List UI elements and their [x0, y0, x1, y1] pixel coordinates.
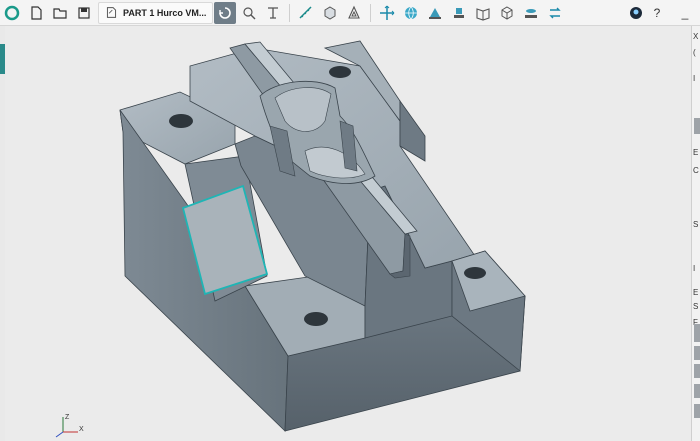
mounting-hole-icon [304, 312, 328, 326]
panel-glyph: S [693, 220, 699, 229]
move-axes-icon[interactable] [376, 2, 398, 24]
axis-z-label: Z [65, 414, 70, 421]
wireframe-icon[interactable] [343, 2, 365, 24]
open-folder-icon[interactable] [49, 2, 71, 24]
panel-tab[interactable] [694, 384, 700, 398]
mounting-hole-icon [329, 66, 351, 78]
section-view-icon[interactable] [424, 2, 446, 24]
panel-glyph: I [693, 264, 696, 273]
main-toolbar: PART 1 Hurco VM... ? _ [0, 0, 700, 26]
zoom-fit-icon[interactable] [238, 2, 260, 24]
user-account-icon[interactable] [625, 2, 647, 24]
toolbar-separator [289, 3, 291, 22]
right-side-panel[interactable]: X ( I E C S I E S F [691, 26, 700, 441]
stock-icon[interactable] [448, 2, 470, 24]
document-title: PART 1 Hurco VM... [123, 7, 207, 18]
panel-tab[interactable] [694, 364, 700, 378]
panel-tab[interactable] [694, 118, 700, 134]
help-button[interactable]: ? [648, 6, 666, 20]
panel-glyph[interactable]: X [693, 32, 698, 41]
axis-triad: Z X [53, 412, 84, 438]
box-icon[interactable] [496, 2, 518, 24]
3d-viewport[interactable]: Z X [5, 26, 691, 441]
panel-glyph: E [693, 288, 699, 297]
app-logo-icon[interactable] [1, 2, 23, 24]
align-tool-icon[interactable] [262, 2, 284, 24]
solid-view-icon[interactable] [319, 2, 341, 24]
panel-glyph: E [693, 148, 699, 157]
panel-glyph: C [693, 166, 699, 175]
mounting-hole-icon [169, 114, 193, 128]
panel-tab[interactable] [694, 324, 700, 342]
panel-glyph: I [693, 74, 696, 83]
measure-icon[interactable] [295, 2, 317, 24]
globe-icon[interactable] [400, 2, 422, 24]
new-file-icon[interactable] [25, 2, 47, 24]
panel-tab[interactable] [694, 346, 700, 360]
mounting-hole-icon [464, 267, 486, 279]
fixture-icon[interactable] [520, 2, 542, 24]
toolbar-separator [370, 3, 372, 22]
document-tab[interactable]: PART 1 Hurco VM... [98, 1, 214, 24]
panel-tab[interactable] [694, 404, 700, 418]
book-icon[interactable] [472, 2, 494, 24]
rotate-view-button[interactable] [214, 1, 237, 24]
part-model[interactable] [5, 26, 691, 441]
axis-x-label: X [79, 426, 84, 433]
panel-glyph: S [693, 302, 699, 311]
document-icon [106, 7, 117, 18]
panel-glyph: ( [693, 48, 696, 57]
save-icon[interactable] [73, 2, 95, 24]
minimize-button[interactable]: _ [676, 6, 694, 20]
transfer-icon[interactable] [544, 2, 566, 24]
